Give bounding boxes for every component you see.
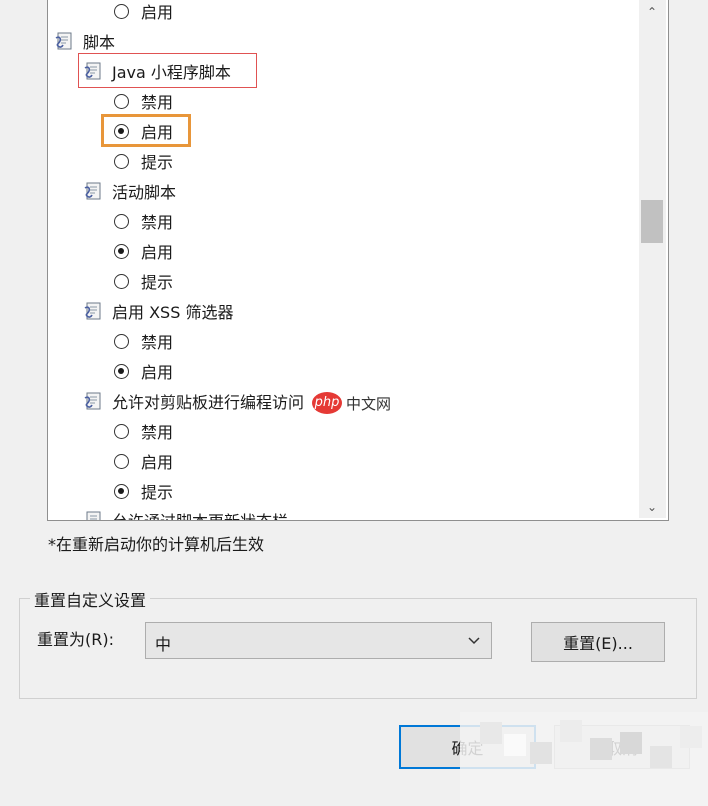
tree-item-radio-disable[interactable]: 禁用 [114,88,173,114]
tree-group-status-bar-scripts: 允许通过脚本更新状态栏 [82,507,288,520]
mosaic-overlay [460,712,708,806]
reset-to-label: 重置为(R): [37,630,114,649]
radio-button-checked[interactable] [114,483,129,499]
tree-item-radio-enable[interactable]: 启用 [114,358,173,384]
script-icon [86,511,101,520]
tree-item-radio-enable[interactable]: 启用 [114,448,173,474]
tree-item-radio-disable[interactable]: 禁用 [114,328,173,354]
script-icon [84,392,101,410]
script-icon [84,302,101,320]
radio-button[interactable] [114,93,129,109]
radio-button[interactable] [114,213,129,229]
radio-button[interactable] [114,453,129,469]
restart-note: *在重新启动你的计算机后生效 [48,535,265,554]
watermark-php-logo: php [312,392,342,414]
tree-scrollbar[interactable] [639,0,666,518]
scroll-down-icon[interactable]: ⌄ [640,497,664,517]
watermark-site-text: 中文网 [346,395,392,413]
radio-button-checked[interactable] [114,243,129,259]
reset-button[interactable]: 重置(E)... [531,622,665,662]
chevron-down-icon [468,637,480,645]
tree-item-radio-enable[interactable]: 启用 [114,238,173,264]
script-icon [55,32,72,50]
tree-item-radio-prompt[interactable]: 提示 [114,148,173,174]
radio-button[interactable] [114,273,129,289]
select-value: 中 [155,635,172,654]
tree-group-scripts: 脚本 [53,28,115,54]
tree-item-radio-disable[interactable]: 禁用 [114,418,173,444]
tree-group-xss-filter: 启用 XSS 筛选器 [82,298,233,324]
tree-item-radio-prompt[interactable]: 提示 [114,478,173,504]
script-icon [84,182,101,200]
radio-button[interactable] [114,423,129,439]
tree-item-radio-enable-top[interactable]: 启用 [114,0,173,24]
tree-item-radio-prompt[interactable]: 提示 [114,268,173,294]
scrollbar-thumb[interactable] [641,200,663,243]
scroll-up-icon[interactable]: ⌃ [640,2,664,22]
tree-group-clipboard-access: 允许对剪贴板进行编程访问 [82,388,304,414]
highlight-java-applet [78,53,257,88]
radio-button[interactable] [114,3,129,19]
radio-button[interactable] [114,153,129,169]
group-title: 重置自定义设置 [30,587,151,611]
security-level-select[interactable]: 中 [145,622,492,659]
highlight-enable-option [101,114,191,147]
radio-button[interactable] [114,333,129,349]
radio-button-checked[interactable] [114,363,129,379]
tree-group-active-scripting: 活动脚本 [82,178,176,204]
tree-item-radio-disable[interactable]: 禁用 [114,208,173,234]
